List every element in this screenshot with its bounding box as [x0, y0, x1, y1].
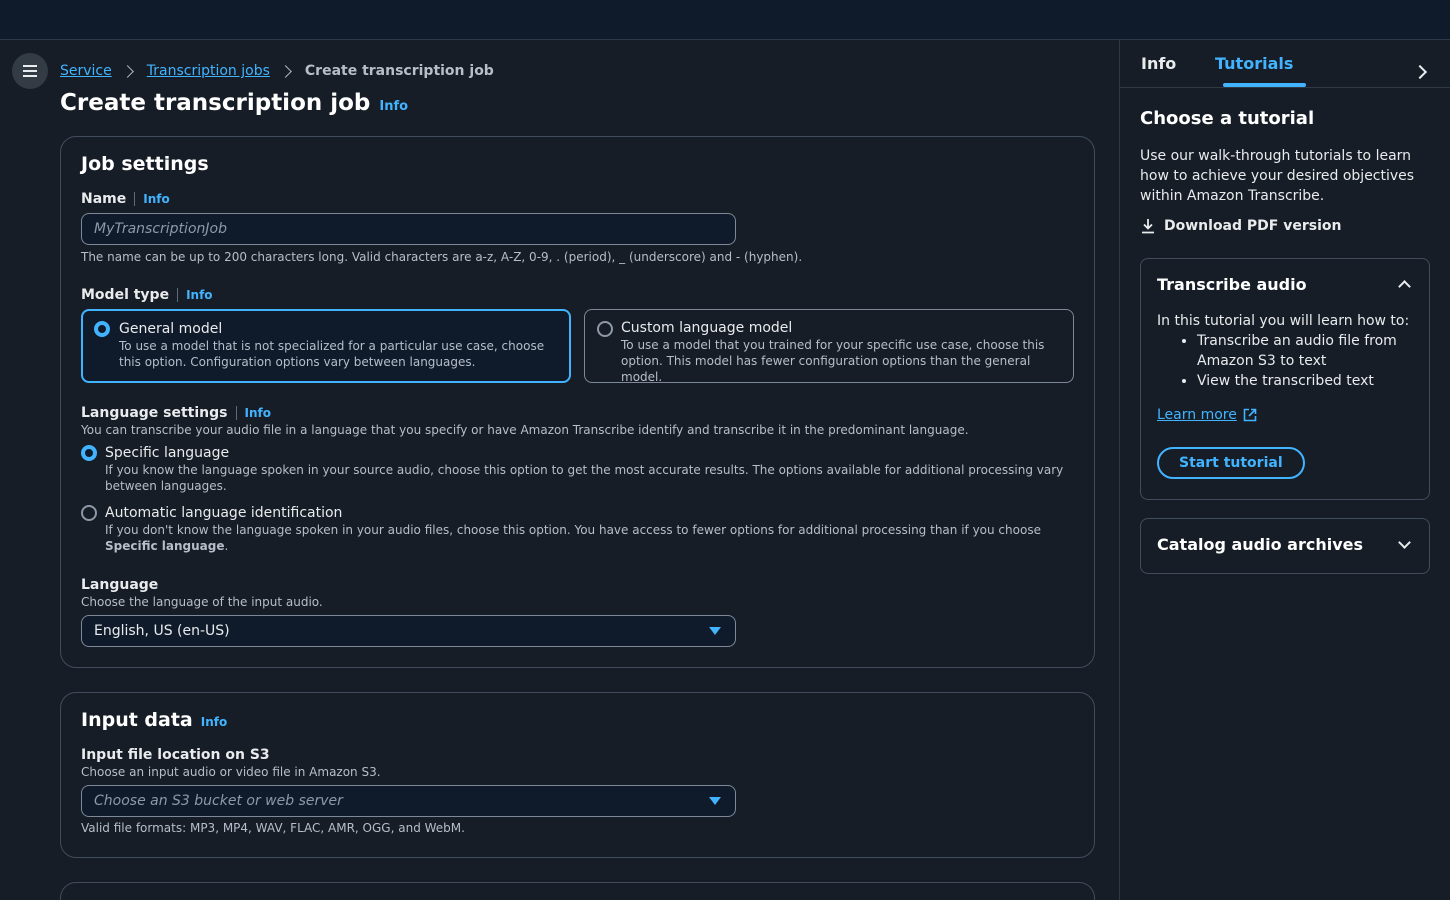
name-label-text: Name	[81, 191, 127, 207]
language-settings-label-text: Language settings	[81, 405, 228, 421]
general-model-radio[interactable]	[94, 321, 110, 337]
learn-more-label: Learn more	[1157, 407, 1237, 423]
name-input[interactable]: MyTranscriptionJob	[81, 213, 736, 245]
s3-location-select[interactable]: Choose an S3 bucket or web server	[81, 785, 736, 817]
specific-language-title: Specific language	[105, 445, 230, 461]
tab-tutorials[interactable]: Tutorials	[1215, 54, 1293, 73]
general-model-title: General model	[119, 321, 223, 337]
automatic-language-radio[interactable]	[81, 505, 97, 521]
caret-down-icon	[709, 627, 721, 635]
custom-language-model-tile[interactable]: Custom language model To use a model tha…	[584, 309, 1074, 384]
input-location-desc: Choose an input audio or video file in A…	[81, 765, 381, 779]
external-link-icon	[1243, 408, 1257, 422]
automatic-language-desc-bold: Specific language	[105, 539, 225, 553]
automatic-language-desc-text: If you don't know the language spoken in…	[105, 523, 1041, 537]
chevron-right-icon[interactable]	[1412, 64, 1428, 80]
breadcrumb-current: Create transcription job	[304, 63, 494, 79]
list-item: View the transcribed text	[1197, 371, 1417, 391]
language-label-text: Language	[81, 577, 159, 593]
tutorial-title: Transcribe audio	[1157, 275, 1307, 294]
language-label: Language	[81, 577, 158, 593]
automatic-language-option[interactable]: Automatic language identification If you…	[81, 504, 1071, 554]
divider	[177, 288, 179, 302]
name-hint: The name can be up to 200 characters lon…	[81, 250, 803, 264]
tutorial-card-catalog-audio-archives[interactable]: Catalog audio archives	[1140, 518, 1430, 574]
divider	[134, 192, 136, 206]
s3-location-placeholder: Choose an S3 bucket or web server	[94, 793, 343, 809]
page-info-link[interactable]: Info	[379, 99, 408, 114]
breadcrumb-transcription-jobs-link[interactable]: Transcription jobs	[147, 63, 270, 79]
tutorial-card-transcribe-audio: Transcribe audio In this tutorial you wi…	[1140, 258, 1430, 500]
automatic-language-desc-end: .	[224, 539, 229, 553]
breadcrumb-service-link[interactable]: Service	[60, 63, 112, 79]
input-data-heading: Input data Info	[81, 709, 227, 731]
chevron-right-icon	[120, 64, 134, 78]
download-icon	[1142, 219, 1154, 234]
help-panel-title: Choose a tutorial	[1140, 108, 1315, 129]
language-settings-label: Language settings Info	[81, 405, 271, 421]
language-desc: Choose the language of the input audio.	[81, 595, 323, 609]
input-location-hint: Valid file formats: MP3, MP4, WAV, FLAC,…	[81, 821, 465, 835]
download-pdf-link[interactable]: Download PDF version	[1140, 218, 1341, 234]
model-type-label: Model type Info	[81, 287, 213, 303]
job-settings-heading: Job settings	[81, 153, 209, 175]
input-data-title: Input data	[81, 709, 193, 731]
tutorial-intro: In this tutorial you will learn how to:	[1157, 313, 1410, 329]
tutorial-body: In this tutorial you will learn how to: …	[1157, 311, 1417, 391]
active-tab-indicator	[1223, 83, 1306, 87]
name-label: Name Info	[81, 191, 170, 207]
page-title: Create transcription job Info	[60, 90, 408, 116]
start-tutorial-button[interactable]: Start tutorial	[1157, 447, 1305, 479]
specific-language-desc: If you know the language spoken in your …	[105, 463, 1064, 493]
language-select-value: English, US (en-US)	[94, 623, 230, 639]
automatic-language-title: Automatic language identification	[105, 505, 343, 521]
input-location-label-text: Input file location on S3	[81, 747, 270, 763]
breadcrumb: Service Transcription jobs Create transc…	[60, 61, 494, 81]
tab-info[interactable]: Info	[1141, 54, 1176, 73]
custom-language-model-title: Custom language model	[621, 320, 793, 336]
name-info-link[interactable]: Info	[143, 192, 169, 206]
chevron-up-icon[interactable]	[1398, 280, 1411, 293]
menu-toggle-button[interactable]	[12, 53, 48, 89]
custom-language-model-desc: To use a model that you trained for your…	[621, 338, 1045, 384]
input-data-info-link[interactable]: Info	[201, 715, 227, 729]
general-model-tile[interactable]: General model To use a model that is not…	[81, 309, 571, 383]
help-panel: Info Tutorials Choose a tutorial Use our…	[1119, 40, 1450, 900]
tutorial-title: Catalog audio archives	[1157, 535, 1364, 554]
learn-more-link[interactable]: Learn more	[1157, 407, 1257, 423]
model-type-info-link[interactable]: Info	[186, 288, 212, 302]
model-type-label-text: Model type	[81, 287, 170, 303]
chevron-down-icon[interactable]	[1398, 536, 1411, 549]
input-data-container: Input data Info Input file location on S…	[60, 692, 1095, 858]
job-settings-container: Job settings Name Info MyTranscriptionJo…	[60, 136, 1095, 668]
job-settings-title: Job settings	[81, 153, 209, 175]
chevron-right-icon	[279, 64, 292, 78]
download-pdf-label: Download PDF version	[1164, 218, 1342, 234]
help-panel-text: Use our walk-through tutorials to learn …	[1140, 148, 1415, 204]
general-model-desc: To use a model that is not specialized f…	[119, 339, 545, 369]
specific-language-option[interactable]: Specific language If you know the langua…	[81, 444, 1071, 494]
tutorial-bullets: Transcribe an audio file from Amazon S3 …	[1197, 331, 1417, 391]
input-location-label: Input file location on S3	[81, 747, 270, 763]
caret-down-icon	[709, 797, 721, 805]
list-item: Transcribe an audio file from Amazon S3 …	[1197, 331, 1417, 371]
language-settings-info-link[interactable]: Info	[245, 406, 271, 420]
automatic-language-desc: If you don't know the language spoken in…	[105, 522, 1071, 554]
custom-language-model-radio[interactable]	[597, 321, 613, 337]
language-select[interactable]: English, US (en-US)	[81, 615, 736, 647]
next-section-container	[60, 882, 1095, 900]
divider	[235, 406, 237, 420]
hamburger-icon	[23, 65, 37, 77]
specific-language-radio[interactable]	[81, 445, 97, 461]
help-panel-tabs: Info Tutorials	[1120, 40, 1450, 88]
language-settings-desc: You can transcribe your audio file in a …	[81, 423, 969, 437]
page-title-text: Create transcription job	[60, 90, 371, 116]
top-navigation-bar	[0, 0, 1450, 40]
